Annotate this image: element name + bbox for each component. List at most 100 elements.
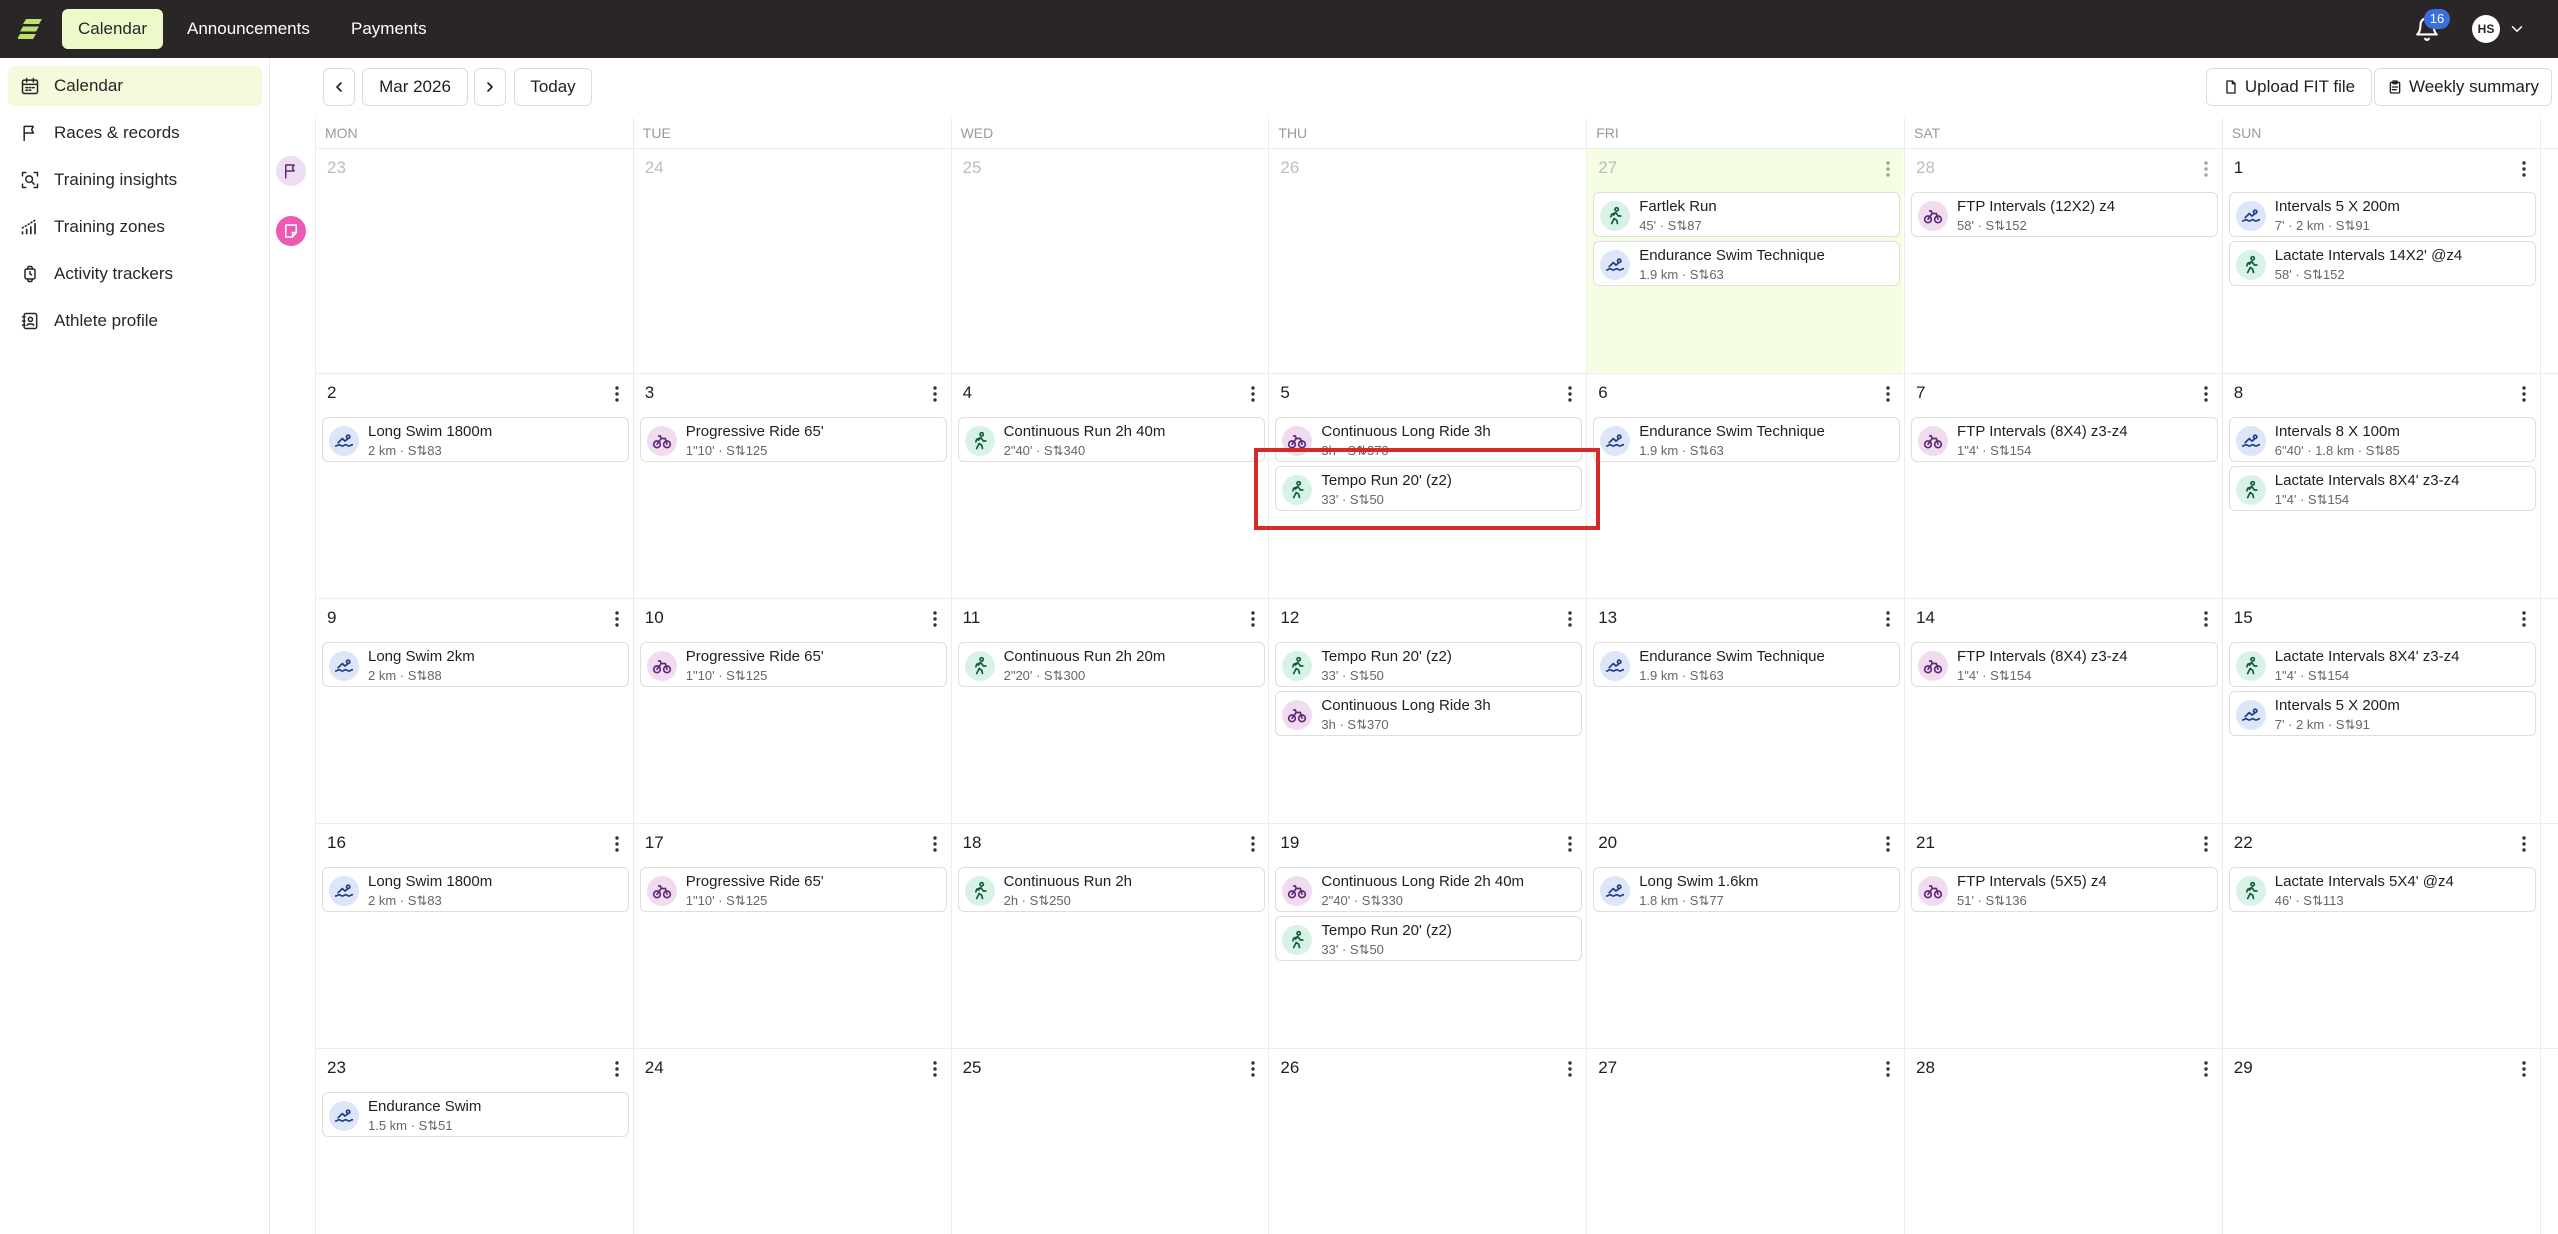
more-vertical-icon[interactable] — [1563, 1060, 1577, 1078]
day-cell[interactable]: 19 Continuous Long Ride 2h 40m 2"40' · S⇅3… — [1268, 823, 1585, 1048]
workout-card[interactable]: Lactate Intervals 5X4' @z4 46' · S⇅113 — [2228, 867, 2536, 912]
more-vertical-icon[interactable] — [2199, 385, 2213, 403]
day-cell[interactable]: 21 FTP Intervals (5X5) z4 51' · S⇅136 — [1904, 823, 2221, 1048]
workout-card[interactable]: Intervals 8 X 100m 6"40' · 1.8 km · S⇅85 — [2228, 417, 2536, 462]
day-cell[interactable]: 9 Long Swim 2km 2 km · S⇅88 — [315, 598, 632, 823]
day-cell[interactable]: 12 Tempo Run 20' (z2) 33' · S⇅50 Continuous… — [1268, 598, 1585, 823]
workout-card[interactable]: FTP Intervals (8X4) z3-z4 1"4' · S⇅154 — [1911, 417, 2218, 462]
more-vertical-icon[interactable] — [928, 610, 942, 628]
avatar[interactable]: HS — [2472, 15, 2500, 43]
day-cell[interactable]: 6 Endurance Swim Technique 1.9 km · S⇅63 — [1586, 373, 1903, 598]
notes-filter-toggle[interactable] — [276, 216, 306, 246]
day-cell[interactable]: 8 Intervals 8 X 100m 6"40' · 1.8 km · S⇅85… — [2222, 373, 2539, 598]
next-month-button[interactable] — [474, 68, 506, 106]
sidebar-item-training-insights[interactable]: Training insights — [8, 160, 262, 200]
workout-card[interactable]: Endurance Swim Technique 1.9 km · S⇅63 — [1593, 642, 1901, 687]
day-cell[interactable]: 23 Endurance Swim 1.5 km · S⇅51 — [315, 1048, 632, 1234]
sidebar-item-activity-trackers[interactable]: Activity trackers — [8, 254, 262, 294]
day-cell[interactable]: 22 Lactate Intervals 5X4' @z4 46' · S⇅113 — [2222, 823, 2539, 1048]
day-cell[interactable]: 16 Long Swim 1800m 2 km · S⇅83 — [315, 823, 632, 1048]
workout-card[interactable]: FTP Intervals (8X4) z3-z4 1"4' · S⇅154 — [1911, 642, 2218, 687]
workout-card[interactable]: Progressive Ride 65' 1"10' · S⇅125 — [639, 642, 947, 687]
day-cell[interactable]: 23 — [315, 148, 632, 373]
workout-card[interactable]: Lactate Intervals 8X4' z3-z4 1"4' · S⇅154 — [2228, 642, 2536, 687]
more-vertical-icon[interactable] — [610, 610, 624, 628]
day-cell[interactable]: 24 — [633, 148, 950, 373]
more-vertical-icon[interactable] — [1246, 1060, 1260, 1078]
more-vertical-icon[interactable] — [2517, 385, 2531, 403]
more-vertical-icon[interactable] — [2517, 610, 2531, 628]
more-vertical-icon[interactable] — [610, 385, 624, 403]
more-vertical-icon[interactable] — [1881, 385, 1895, 403]
day-cell[interactable]: 29 — [2222, 1048, 2539, 1234]
day-cell[interactable]: 13 Endurance Swim Technique 1.9 km · S⇅63 — [1586, 598, 1903, 823]
more-vertical-icon[interactable] — [1881, 160, 1895, 178]
day-cell[interactable]: 1 Intervals 5 X 200m 7' · 2 km · S⇅91 Lacta… — [2222, 148, 2539, 373]
workout-card[interactable]: Long Swim 1800m 2 km · S⇅83 — [322, 417, 629, 462]
day-cell[interactable]: 25 — [951, 1048, 1268, 1234]
day-cell[interactable]: 20 Long Swim 1.6km 1.8 km · S⇅77 — [1586, 823, 1903, 1048]
day-cell[interactable]: 26 — [1268, 148, 1585, 373]
more-vertical-icon[interactable] — [2199, 610, 2213, 628]
day-cell[interactable]: 2 Long Swim 1800m 2 km · S⇅83 — [315, 373, 632, 598]
workout-card[interactable]: Progressive Ride 65' 1"10' · S⇅125 — [639, 867, 947, 912]
more-vertical-icon[interactable] — [1881, 1060, 1895, 1078]
sidebar-item-training-zones[interactable]: Training zones — [8, 207, 262, 247]
more-vertical-icon[interactable] — [1563, 610, 1577, 628]
day-cell[interactable]: 17 Progressive Ride 65' 1"10' · S⇅125 — [633, 823, 950, 1048]
more-vertical-icon[interactable] — [1881, 835, 1895, 853]
more-vertical-icon[interactable] — [610, 835, 624, 853]
day-cell[interactable]: 5 Continuous Long Ride 3h 3h · S⇅370 Tempo … — [1268, 373, 1585, 598]
workout-card[interactable]: Long Swim 2km 2 km · S⇅88 — [322, 642, 629, 687]
more-vertical-icon[interactable] — [2199, 160, 2213, 178]
day-cell[interactable]: 7 FTP Intervals (8X4) z3-z4 1"4' · S⇅154 — [1904, 373, 2221, 598]
workout-card[interactable]: Long Swim 1800m 2 km · S⇅83 — [322, 867, 629, 912]
workout-card[interactable]: Continuous Run 2h 40m 2"40' · S⇅340 — [957, 417, 1265, 462]
more-vertical-icon[interactable] — [2517, 1060, 2531, 1078]
more-vertical-icon[interactable] — [928, 835, 942, 853]
workout-card[interactable]: Tempo Run 20' (z2) 33' · S⇅50 — [1275, 642, 1583, 687]
workout-card[interactable]: FTP Intervals (5X5) z4 51' · S⇅136 — [1911, 867, 2218, 912]
workout-card[interactable]: Fartlek Run 45' · S⇅87 — [1593, 192, 1901, 237]
more-vertical-icon[interactable] — [928, 1060, 942, 1078]
workout-card[interactable]: Intervals 5 X 200m 7' · 2 km · S⇅91 — [2228, 192, 2536, 237]
more-vertical-icon[interactable] — [1246, 610, 1260, 628]
workout-card[interactable]: Long Swim 1.6km 1.8 km · S⇅77 — [1593, 867, 1901, 912]
day-cell[interactable]: 28 FTP Intervals (12X2) z4 58' · S⇅152 — [1904, 148, 2221, 373]
more-vertical-icon[interactable] — [1881, 610, 1895, 628]
more-vertical-icon[interactable] — [2199, 835, 2213, 853]
workout-card[interactable]: Continuous Long Ride 2h 40m 2"40' · S⇅330 — [1275, 867, 1583, 912]
workout-card[interactable]: Endurance Swim Technique 1.9 km · S⇅63 — [1593, 241, 1901, 286]
day-cell[interactable]: 10 Progressive Ride 65' 1"10' · S⇅125 — [633, 598, 950, 823]
nav-payments[interactable]: Payments — [335, 9, 443, 49]
workout-card[interactable]: FTP Intervals (12X2) z4 58' · S⇅152 — [1911, 192, 2218, 237]
day-cell[interactable]: 11 Continuous Run 2h 20m 2"20' · S⇅300 — [951, 598, 1268, 823]
logo-icon[interactable] — [18, 17, 44, 41]
nav-calendar[interactable]: Calendar — [62, 9, 163, 49]
more-vertical-icon[interactable] — [1563, 385, 1577, 403]
more-vertical-icon[interactable] — [1246, 385, 1260, 403]
day-cell[interactable]: 27 — [1586, 1048, 1903, 1234]
more-vertical-icon[interactable] — [2517, 835, 2531, 853]
weekly-summary-button[interactable]: Weekly summary — [2374, 68, 2552, 106]
workout-card[interactable]: Lactate Intervals 14X2' @z4 58' · S⇅152 — [2228, 241, 2536, 286]
workout-card[interactable]: Intervals 5 X 200m 7' · 2 km · S⇅91 — [2228, 691, 2536, 736]
workout-card[interactable]: Continuous Long Ride 3h 3h · S⇅370 — [1275, 417, 1583, 462]
more-vertical-icon[interactable] — [610, 1060, 624, 1078]
workout-card[interactable]: Tempo Run 20' (z2) 33' · S⇅50 — [1275, 916, 1583, 961]
day-cell[interactable]: 27 Fartlek Run 45' · S⇅87 Endurance Swim Te… — [1586, 148, 1904, 373]
workout-card[interactable]: Tempo Run 20' (z2) 33' · S⇅50 — [1275, 466, 1583, 511]
day-cell[interactable]: 4 Continuous Run 2h 40m 2"40' · S⇅340 — [951, 373, 1268, 598]
upload-fit-file-button[interactable]: Upload FIT file — [2206, 68, 2372, 106]
day-cell[interactable]: 25 — [951, 148, 1268, 373]
day-cell[interactable]: 26 — [1268, 1048, 1585, 1234]
day-cell[interactable]: 28 — [1904, 1048, 2221, 1234]
prev-month-button[interactable] — [323, 68, 355, 106]
more-vertical-icon[interactable] — [928, 385, 942, 403]
more-vertical-icon[interactable] — [1246, 835, 1260, 853]
workout-card[interactable]: Endurance Swim 1.5 km · S⇅51 — [322, 1092, 629, 1137]
races-filter-toggle[interactable] — [276, 156, 306, 186]
more-vertical-icon[interactable] — [2517, 160, 2531, 178]
sidebar-item-calendar[interactable]: Calendar — [8, 66, 262, 106]
workout-card[interactable]: Continuous Run 2h 2h · S⇅250 — [957, 867, 1265, 912]
